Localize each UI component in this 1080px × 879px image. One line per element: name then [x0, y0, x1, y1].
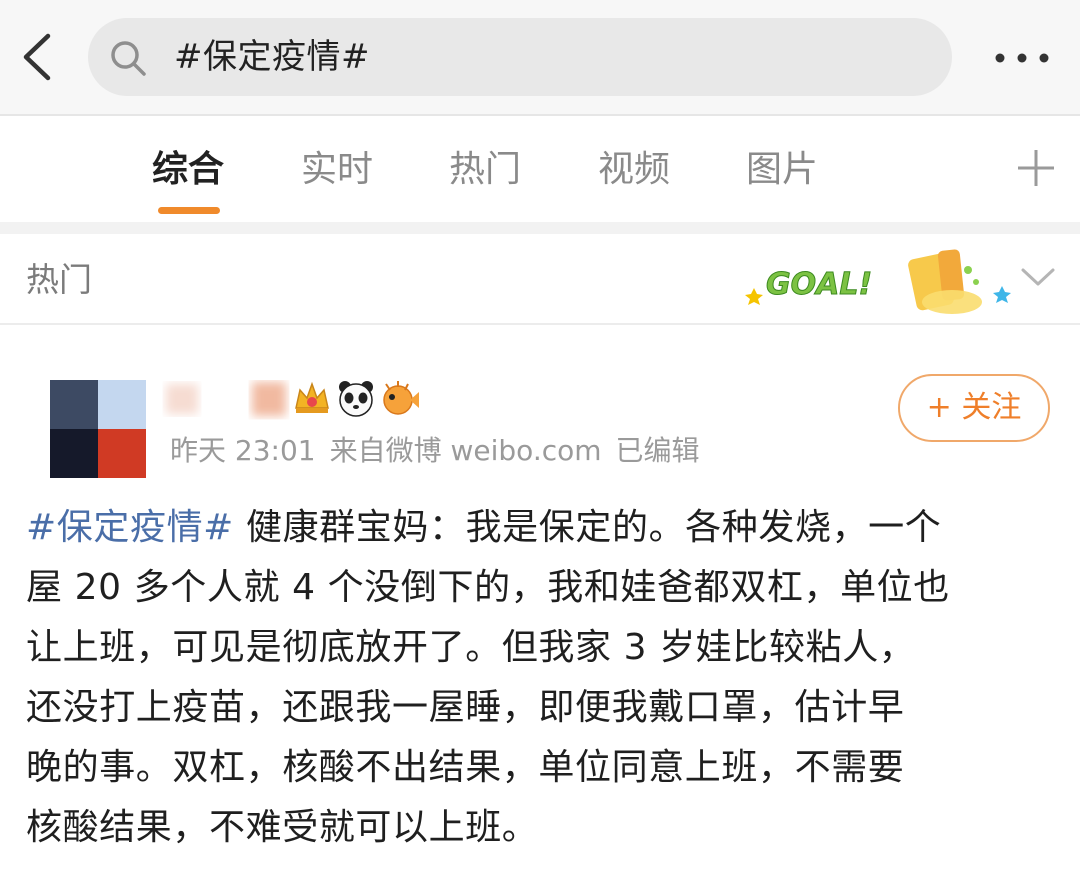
- pufferfish-icon: [380, 378, 420, 418]
- active-tab-indicator: [158, 207, 220, 214]
- panda-icon: [336, 378, 376, 418]
- post-line: 核酸结果，不难受就可以上班。: [26, 807, 539, 848]
- search-input[interactable]: #保定疫情#: [88, 18, 952, 96]
- back-arrow-icon[interactable]: [18, 30, 58, 84]
- post-hashtag[interactable]: #保定疫情#: [26, 507, 234, 548]
- post-line: 让上班，可见是彻底放开了。但我家 3 岁娃比较粘人，: [26, 627, 916, 668]
- avatar[interactable]: [50, 380, 146, 478]
- post-time: 昨天 23:01: [170, 434, 316, 467]
- post-line: 还没打上疫苗，还跟我一屋睡，即便我戴口罩，估计早: [26, 687, 905, 728]
- top-bar: #保定疫情#: [0, 0, 1080, 114]
- crown-icon: [292, 378, 332, 418]
- section-label: 热门: [26, 260, 92, 299]
- post-body: #保定疫情# 健康群宝妈：我是保定的。各种发烧，一个 屋 20 多个人就 4 个…: [26, 498, 1056, 858]
- goal-badge-text: GOAL!: [766, 267, 872, 302]
- follow-button[interactable]: + 关注: [898, 374, 1050, 442]
- section-separator: [0, 222, 1080, 234]
- more-icon[interactable]: [990, 40, 1054, 76]
- post-line: 晚的事。双杠，核酸不出结果，单位同意上班，不需要: [26, 747, 905, 788]
- divider: [0, 323, 1080, 325]
- username-redacted[interactable]: [160, 380, 290, 420]
- chevron-down-icon[interactable]: [1018, 262, 1058, 292]
- post-source[interactable]: 来自微博 weibo.com: [330, 434, 602, 467]
- tab-images[interactable]: 图片: [746, 146, 818, 194]
- search-query-text: #保定疫情#: [174, 37, 370, 77]
- tab-realtime[interactable]: 实时: [301, 146, 373, 194]
- post-meta: 昨天 23:01 来自微博 weibo.com 已编辑: [170, 432, 714, 470]
- goal-badge[interactable]: GOAL!: [740, 236, 1020, 322]
- post-line: #保定疫情# 健康群宝妈：我是保定的。各种发烧，一个: [26, 507, 942, 548]
- tab-video[interactable]: 视频: [598, 146, 670, 194]
- plus-icon[interactable]: [1014, 146, 1058, 190]
- search-icon: [108, 38, 148, 78]
- tab-hot[interactable]: 热门: [449, 146, 521, 194]
- post-line: 屋 20 多个人就 4 个没倒下的，我和娃爸都双杠，单位也: [26, 567, 950, 608]
- hot-section-header: 热门 GOAL!: [0, 234, 1080, 324]
- tab-bar: 综合 实时 热门 视频 图片: [0, 116, 1080, 222]
- tab-comprehensive[interactable]: 综合: [152, 146, 224, 194]
- post-edited-label: 已编辑: [615, 434, 700, 467]
